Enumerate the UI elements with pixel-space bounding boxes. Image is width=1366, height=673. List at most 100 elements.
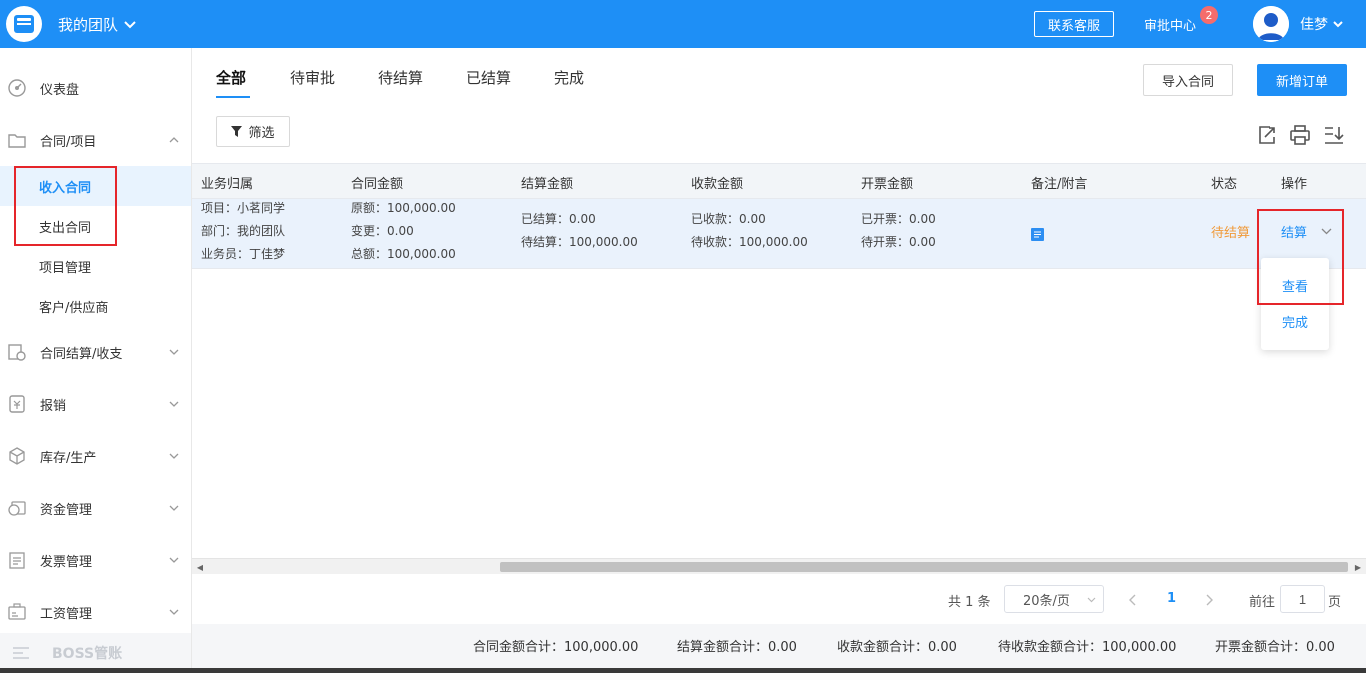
team-switcher[interactable]: 我的团队 [58,14,136,35]
app-logo-icon[interactable] [6,6,42,42]
project-text: 项目：小茗同学 [201,201,286,215]
sidebar-label: 收入合同 [39,180,92,196]
table-row[interactable]: 项目：小茗同学 部门：我的团队 业务员：丁佳梦 原额：100,000.00 变更… [192,199,1366,269]
sidebar-item-contract-settlement[interactable]: 合同结算/收支 [0,332,191,372]
sidebar-label: 合同/项目 [40,134,97,150]
sort-download-icon[interactable] [1323,124,1345,146]
page-size-select[interactable]: 20条/页 [1004,585,1104,613]
sidebar-item-project-mgmt[interactable]: 项目管理 [0,246,191,286]
import-contract-button[interactable]: 导入合同 [1143,64,1233,96]
box-icon [9,447,25,465]
salary-icon [8,603,26,620]
scrollbar-thumb[interactable] [500,562,1348,572]
scroll-left-icon[interactable]: ◀ [195,562,205,572]
sidebar-item-customer-supplier[interactable]: 客户/供应商 [0,286,191,326]
user-menu[interactable]: 佳梦 [1300,14,1343,34]
page-number-current[interactable]: 1 [1167,591,1176,606]
column-header: 收款金额 [691,177,744,192]
pending-receive-total: 待收款金额合计：100,000.00 [998,640,1177,655]
tab-completed[interactable]: 完成 [554,67,584,88]
chevron-down-icon [169,349,179,355]
next-page-icon[interactable] [1206,594,1214,606]
sidebar-item-inventory[interactable]: 库存/生产 [0,436,191,476]
settle-total: 结算金额合计：0.00 [677,640,797,655]
scroll-right-icon[interactable]: ▶ [1353,562,1363,572]
horizontal-scrollbar[interactable]: ◀ ▶ [192,558,1366,574]
sidebar-label: 工资管理 [40,606,93,622]
sidebar-item-contract-project[interactable]: 合同/项目 [0,120,191,160]
sidebar-label: 合同结算/收支 [40,346,123,362]
status-badge: 待结算 [1211,226,1251,241]
sidebar-item-invoice[interactable]: 发票管理 [0,540,191,580]
contact-support-button[interactable]: 联系客服 [1034,11,1114,37]
menu-item-view[interactable]: 查看 [1261,276,1329,295]
main-content: 全部 待审批 待结算 已结算 完成 导入合同 新增订单 筛选 业务归属 合同金额… [192,48,1366,673]
chevron-down-icon [169,453,179,459]
sidebar-label: 仪表盘 [40,82,80,98]
reimbursement-icon [9,395,25,413]
invoiced-amount: 已开票：0.00 [861,212,936,226]
pagination: 共 1 条 20条/页 1 前往 页 [192,582,1366,618]
folder-icon [8,134,26,148]
sidebar-item-reimbursement[interactable]: 报销 [0,384,191,424]
active-tab-indicator [216,96,250,98]
user-name: 佳梦 [1300,17,1328,33]
list-icon [13,647,29,659]
chevron-down-icon [169,505,179,511]
menu-item-complete[interactable]: 完成 [1261,312,1329,331]
new-order-button[interactable]: 新增订单 [1257,64,1347,96]
chevron-up-icon [169,137,179,143]
total-count: 共 1 条 [948,595,991,610]
action-dropdown-menu: 查看 完成 [1261,258,1329,350]
sidebar-item-salary[interactable]: 工资管理 [0,592,191,632]
funds-icon [8,501,26,516]
chevron-down-icon [124,20,136,28]
sidebar: 仪表盘 合同/项目 收入合同 支出合同 项目管理 客户/供应商 合同结算/收支 … [0,48,192,673]
settlement-icon [8,344,26,361]
sidebar-label: 项目管理 [39,260,92,276]
user-avatar[interactable] [1253,6,1289,42]
column-header: 状态 [1211,177,1238,192]
sidebar-item-boss[interactable]: BOSS管账 [0,633,191,673]
sidebar-item-funds[interactable]: 资金管理 [0,488,191,528]
change-amount: 变更：0.00 [351,224,414,238]
sidebar-item-dashboard[interactable]: 仪表盘 [0,68,191,108]
tab-pending-approval[interactable]: 待审批 [290,67,335,88]
chevron-down-icon [169,557,179,563]
prev-page-icon[interactable] [1128,594,1136,606]
approval-center-link[interactable]: 审批中心 [1144,15,1196,34]
chevron-down-icon [1321,228,1332,235]
receive-total: 收款金额合计：0.00 [837,640,957,655]
tab-settled[interactable]: 已结算 [466,67,511,88]
tab-all[interactable]: 全部 [216,67,246,88]
filter-button[interactable]: 筛选 [216,116,290,147]
chevron-down-icon [1333,20,1343,27]
sidebar-label: 支出合同 [39,220,92,236]
totals-footer: 合同金额合计：100,000.00 结算金额合计：0.00 收款金额合计：0.0… [192,624,1366,673]
to-invoice-amount: 待开票：0.00 [861,235,936,249]
sidebar-label: 报销 [40,398,67,414]
column-header: 操作 [1281,177,1308,192]
column-header: 业务归属 [201,177,254,192]
top-bar: 我的团队 联系客服 审批中心 2 佳梦 [0,0,1366,48]
total-amount: 总额：100,000.00 [351,247,456,261]
goto-page-input[interactable] [1280,585,1325,613]
note-icon[interactable] [1031,228,1044,241]
invoice-icon [9,552,25,569]
receipt-amount-cell: 已收款：0.00 待收款：100,000.00 [691,208,808,254]
sidebar-label: 客户/供应商 [39,300,109,316]
column-header: 合同金额 [351,177,404,192]
column-header: 开票金额 [861,177,914,192]
column-header: 备注/附言 [1031,177,1088,192]
print-icon[interactable] [1289,124,1311,146]
sidebar-item-income-contract[interactable]: 收入合同 [0,166,191,206]
settled-amount: 已结算：0.00 [521,212,596,226]
tab-pending-settlement[interactable]: 待结算 [378,67,423,88]
sidebar-item-expense-contract[interactable]: 支出合同 [0,206,191,246]
sidebar-label: 资金管理 [40,502,93,518]
contract-total: 合同金额合计：100,000.00 [473,640,639,655]
export-icon[interactable] [1256,124,1278,146]
goto-label: 前往 [1249,595,1276,610]
settle-action-button[interactable]: 结算 [1281,222,1332,241]
table-header: 业务归属 合同金额 结算金额 收款金额 开票金额 备注/附言 状态 操作 [192,163,1366,199]
